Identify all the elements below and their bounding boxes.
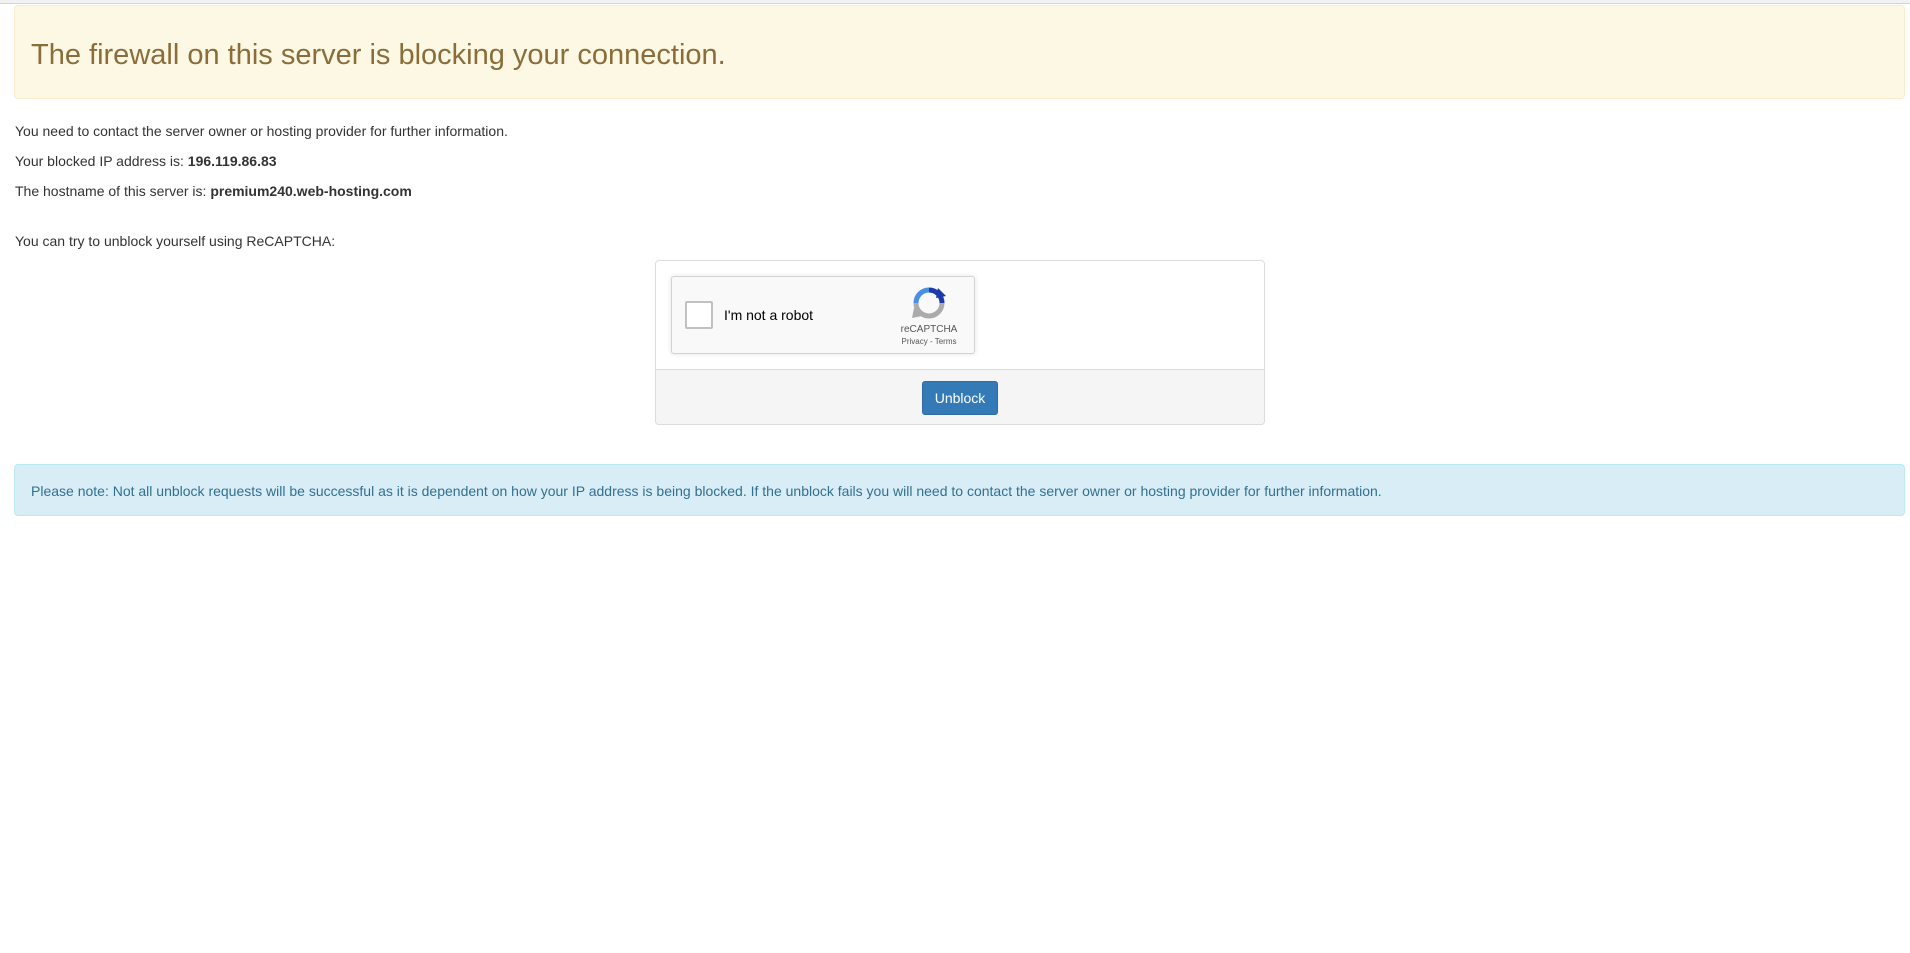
recaptcha-privacy-link[interactable]: Privacy	[902, 337, 928, 346]
recaptcha-terms-link[interactable]: Terms	[935, 337, 957, 346]
unblock-note-text: Please note: Not all unblock requests wi…	[31, 483, 1382, 499]
hostname-line: The hostname of this server is: premium2…	[15, 184, 412, 198]
hostname-value: premium240.web-hosting.com	[210, 183, 412, 199]
blocked-ip-value: 196.119.86.83	[187, 153, 277, 169]
recaptcha-checkbox[interactable]	[685, 301, 713, 329]
recaptcha-brand: reCAPTCHA	[900, 324, 958, 335]
recaptcha-widget: I'm not a robot reCAPTCHA Privacy - Term…	[671, 276, 975, 354]
recaptcha-links: Privacy - Terms	[894, 338, 964, 346]
unblock-form-panel: I'm not a robot reCAPTCHA Privacy - Term…	[655, 260, 1265, 425]
captcha-panel-footer: Unblock	[656, 369, 1264, 424]
recaptcha-logo-icon	[912, 287, 946, 319]
unblock-note-alert: Please note: Not all unblock requests wi…	[14, 464, 1905, 516]
recaptcha-checkbox-label: I'm not a robot	[724, 307, 814, 323]
recaptcha-separator: -	[927, 337, 935, 346]
captcha-panel-body: I'm not a robot reCAPTCHA Privacy - Term…	[656, 261, 1264, 369]
hostname-label: The hostname of this server is:	[15, 183, 211, 199]
unblock-prompt: You can try to unblock yourself using Re…	[15, 233, 336, 249]
firewall-warning-alert: The firewall on this server is blocking …	[14, 5, 1905, 99]
unblock-button[interactable]: Unblock	[922, 381, 998, 415]
top-border	[0, 0, 1910, 4]
page-title: The firewall on this server is blocking …	[31, 39, 726, 71]
blocked-ip-line: Your blocked IP address is: 196.119.86.8…	[15, 154, 277, 168]
blocked-ip-label: Your blocked IP address is:	[15, 153, 188, 169]
contact-message: You need to contact the server owner or …	[15, 123, 508, 139]
